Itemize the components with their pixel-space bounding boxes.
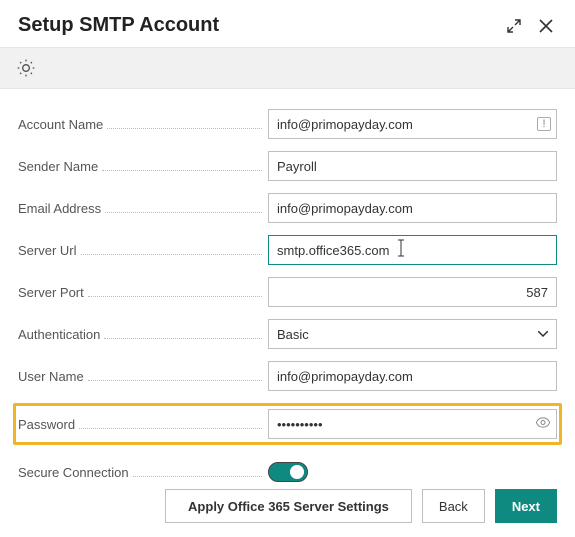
footer: Apply Office 365 Server Settings Back Ne…: [18, 489, 557, 523]
label-user-name: User Name: [18, 369, 84, 384]
form: Account Name ! Sender Name Email Address…: [0, 89, 575, 487]
row-sender-name: Sender Name: [18, 151, 557, 181]
apply-office365-button[interactable]: Apply Office 365 Server Settings: [165, 489, 412, 523]
back-button[interactable]: Back: [422, 489, 485, 523]
label-email-address: Email Address: [18, 201, 101, 216]
server-port-input[interactable]: [268, 277, 557, 307]
sender-name-input[interactable]: [268, 151, 557, 181]
label-secure-connection: Secure Connection: [18, 465, 129, 480]
row-server-port: Server Port: [18, 277, 557, 307]
label-authentication: Authentication: [18, 327, 100, 342]
email-address-input[interactable]: [268, 193, 557, 223]
label-password: Password: [18, 417, 75, 432]
user-name-input[interactable]: [268, 361, 557, 391]
dialog-title: Setup SMTP Account: [18, 14, 493, 37]
server-url-input[interactable]: [268, 235, 557, 265]
gear-icon[interactable]: [14, 56, 38, 80]
row-authentication: Authentication Basic: [18, 319, 557, 349]
dialog-header: Setup SMTP Account: [0, 0, 575, 47]
secure-connection-toggle[interactable]: [268, 462, 308, 482]
label-sender-name: Sender Name: [18, 159, 98, 174]
reveal-password-icon[interactable]: [535, 415, 551, 434]
authentication-select[interactable]: Basic: [268, 319, 557, 349]
row-password: Password: [13, 403, 562, 445]
info-badge-icon: !: [537, 117, 551, 131]
label-account-name: Account Name: [18, 117, 103, 132]
next-button[interactable]: Next: [495, 489, 557, 523]
row-secure-connection: Secure Connection: [18, 457, 557, 487]
account-name-input[interactable]: [268, 109, 557, 139]
row-account-name: Account Name !: [18, 109, 557, 139]
row-email-address: Email Address: [18, 193, 557, 223]
toolbar: [0, 47, 575, 89]
label-server-port: Server Port: [18, 285, 84, 300]
expand-icon[interactable]: [503, 15, 525, 37]
row-server-url: Server Url: [18, 235, 557, 265]
close-icon[interactable]: [535, 15, 557, 37]
row-user-name: User Name: [18, 361, 557, 391]
password-input[interactable]: [268, 409, 557, 439]
label-server-url: Server Url: [18, 243, 77, 258]
